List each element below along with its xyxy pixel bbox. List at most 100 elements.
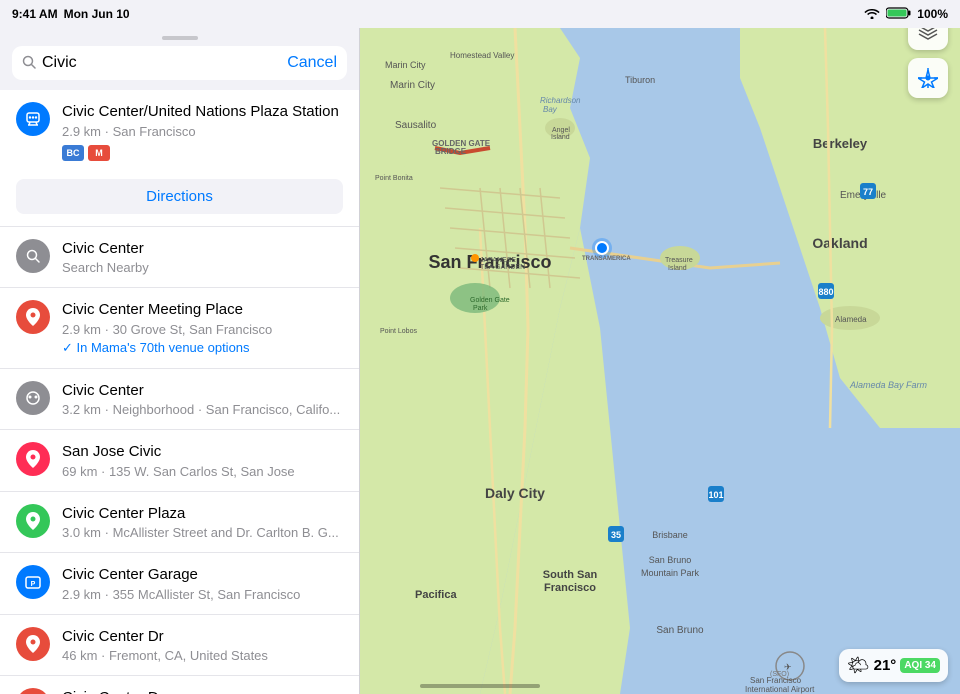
status-bar: 9:41 AM Mon Jun 10 100% xyxy=(0,0,960,28)
weather-temp: 21° xyxy=(874,657,897,674)
svg-text:San Bruno: San Bruno xyxy=(656,625,704,636)
svg-text:Angel: Angel xyxy=(552,127,570,134)
svg-text:San Bruno: San Bruno xyxy=(649,555,692,565)
location-button[interactable] xyxy=(908,58,948,98)
result-4-item[interactable]: Civic Center 3.2 km · Neighborhood · San… xyxy=(0,369,359,431)
svg-text:880: 880 xyxy=(818,287,833,297)
cancel-button[interactable]: Cancel xyxy=(287,54,337,72)
result-7-title: Civic Center Garage xyxy=(62,565,343,585)
svg-text:Golden Gate: Golden Gate xyxy=(470,297,510,304)
battery-label: 100% xyxy=(917,7,948,21)
result-3-item[interactable]: Civic Center Meeting Place 2.9 km · 30 G… xyxy=(0,288,359,369)
result-2-icon xyxy=(16,239,50,273)
svg-text:BRIDGE: BRIDGE xyxy=(435,147,467,156)
weather-icon: 🌤 xyxy=(847,655,870,676)
result-1-subtitle: 2.9 km · San Francisco xyxy=(62,124,343,139)
svg-text:Alameda Bay Farm: Alameda Bay Farm xyxy=(849,380,928,390)
svg-text:Francisco: Francisco xyxy=(544,582,596,594)
result-7-icon: P xyxy=(16,565,50,599)
first-result-item[interactable]: Civic Center/United Nations Plaza Statio… xyxy=(0,90,359,227)
results-list: Civic Center/United Nations Plaza Statio… xyxy=(0,90,359,694)
result-4-title: Civic Center xyxy=(62,381,343,401)
result-6-title: Civic Center Plaza xyxy=(62,504,343,524)
sidebar: Cancel Civic Center/Un xyxy=(0,28,360,694)
result-9-title: Civic Center Dr xyxy=(62,688,343,694)
result-2-subtitle: Search Nearby xyxy=(62,260,343,275)
result-9-icon xyxy=(16,688,50,694)
result-2-title: Civic Center xyxy=(62,239,343,259)
battery-icon xyxy=(886,7,911,22)
result-5-item[interactable]: San Jose Civic 69 km · 135 W. San Carlos… xyxy=(0,430,359,492)
svg-text:Point Lobos: Point Lobos xyxy=(380,328,417,335)
drag-handle[interactable] xyxy=(162,36,198,40)
result-4-subtitle: 3.2 km · Neighborhood · San Francisco, C… xyxy=(62,402,343,417)
svg-text:Oakland: Oakland xyxy=(812,235,867,251)
result-1-title: Civic Center/United Nations Plaza Statio… xyxy=(62,102,343,122)
svg-text:Sausalito: Sausalito xyxy=(395,120,437,131)
svg-text:Richardson: Richardson xyxy=(540,96,581,105)
svg-text:Alameda: Alameda xyxy=(835,315,867,324)
result-7-item[interactable]: P Civic Center Garage 2.9 km · 355 McAll… xyxy=(0,553,359,615)
result-6-content: Civic Center Plaza 3.0 km · McAllister S… xyxy=(62,504,343,541)
result-8-content: Civic Center Dr 46 km · Fremont, CA, Uni… xyxy=(62,627,343,664)
result-3-content: Civic Center Meeting Place 2.9 km · 30 G… xyxy=(62,300,343,356)
svg-text:Point Bonita: Point Bonita xyxy=(375,175,413,182)
result-7-content: Civic Center Garage 2.9 km · 355 McAllis… xyxy=(62,565,343,602)
svg-text:Pacifica: Pacifica xyxy=(415,589,457,601)
result-8-subtitle: 46 km · Fremont, CA, United States xyxy=(62,648,343,663)
result-3-subtitle: 2.9 km · 30 Grove St, San Francisco xyxy=(62,322,343,337)
search-input[interactable] xyxy=(42,54,281,72)
result-1-content: Civic Center/United Nations Plaza Statio… xyxy=(62,102,343,171)
svg-text:Island: Island xyxy=(551,134,570,141)
svg-text:Tiburon: Tiburon xyxy=(625,75,655,85)
svg-text:Island: Island xyxy=(668,265,687,272)
svg-text:Marin City: Marin City xyxy=(390,80,435,91)
status-left: 9:41 AM Mon Jun 10 xyxy=(12,7,130,21)
svg-text:Bay: Bay xyxy=(543,105,558,114)
result-5-title: San Jose Civic xyxy=(62,442,343,462)
map-area: Golden Gate Park GOLDEN GATE BRIDGE San … xyxy=(360,28,960,694)
badge-m: M xyxy=(88,145,110,161)
svg-text:Homestead Valley: Homestead Valley xyxy=(450,51,514,60)
svg-text:P: P xyxy=(31,581,36,588)
weather-badge[interactable]: 🌤 21° AQI 34 xyxy=(839,649,948,682)
svg-text:(SFO): (SFO) xyxy=(770,671,789,678)
first-result-header: Civic Center/United Nations Plaza Statio… xyxy=(16,102,343,171)
svg-text:TRANSAMERICA: TRANSAMERICA xyxy=(582,256,631,262)
svg-text:Park: Park xyxy=(473,305,488,312)
svg-text:Brisbane: Brisbane xyxy=(652,530,688,540)
svg-text:Treasure: Treasure xyxy=(665,257,693,264)
result-8-item[interactable]: Civic Center Dr 46 km · Fremont, CA, Uni… xyxy=(0,615,359,677)
svg-text:Marin City: Marin City xyxy=(385,60,426,70)
wifi-icon xyxy=(864,7,880,22)
result-9-content: Civic Center Dr 63 km · Santa Clara, CA,… xyxy=(62,688,343,694)
result-6-subtitle: 3.0 km · McAllister Street and Dr. Carlt… xyxy=(62,525,343,540)
result-3-check: ✓ In Mama's 70th venue options xyxy=(62,340,343,356)
status-right: 100% xyxy=(864,7,948,22)
svg-text:77: 77 xyxy=(863,187,873,197)
result-2-content: Civic Center Search Nearby xyxy=(62,239,343,276)
svg-text:35: 35 xyxy=(611,530,621,540)
result-7-subtitle: 2.9 km · 355 McAllister St, San Francisc… xyxy=(62,587,343,602)
status-date: Mon Jun 10 xyxy=(64,7,130,21)
result-8-icon xyxy=(16,627,50,661)
result-6-item[interactable]: Civic Center Plaza 3.0 km · McAllister S… xyxy=(0,492,359,554)
aqi-badge: AQI 34 xyxy=(900,658,940,673)
svg-text:TEA GARDEN: TEA GARDEN xyxy=(480,264,525,271)
search-bar: Cancel xyxy=(12,46,347,80)
svg-text:JAPANESE: JAPANESE xyxy=(480,257,516,264)
result-8-title: Civic Center Dr xyxy=(62,627,343,647)
result-4-content: Civic Center 3.2 km · Neighborhood · San… xyxy=(62,381,343,418)
result-9-item[interactable]: Civic Center Dr 63 km · Santa Clara, CA,… xyxy=(0,676,359,694)
result-5-content: San Jose Civic 69 km · 135 W. San Carlos… xyxy=(62,442,343,479)
result-3-title: Civic Center Meeting Place xyxy=(62,300,343,320)
result-6-icon xyxy=(16,504,50,538)
search-icon xyxy=(22,55,36,72)
status-time: 9:41 AM xyxy=(12,7,58,21)
svg-text:International Airport: International Airport xyxy=(745,685,815,694)
result-3-icon xyxy=(16,300,50,334)
result-2-item[interactable]: Civic Center Search Nearby xyxy=(0,227,359,289)
directions-button[interactable]: Directions xyxy=(16,179,343,214)
svg-text:South San: South San xyxy=(543,569,598,581)
svg-text:Daly City: Daly City xyxy=(485,485,545,501)
